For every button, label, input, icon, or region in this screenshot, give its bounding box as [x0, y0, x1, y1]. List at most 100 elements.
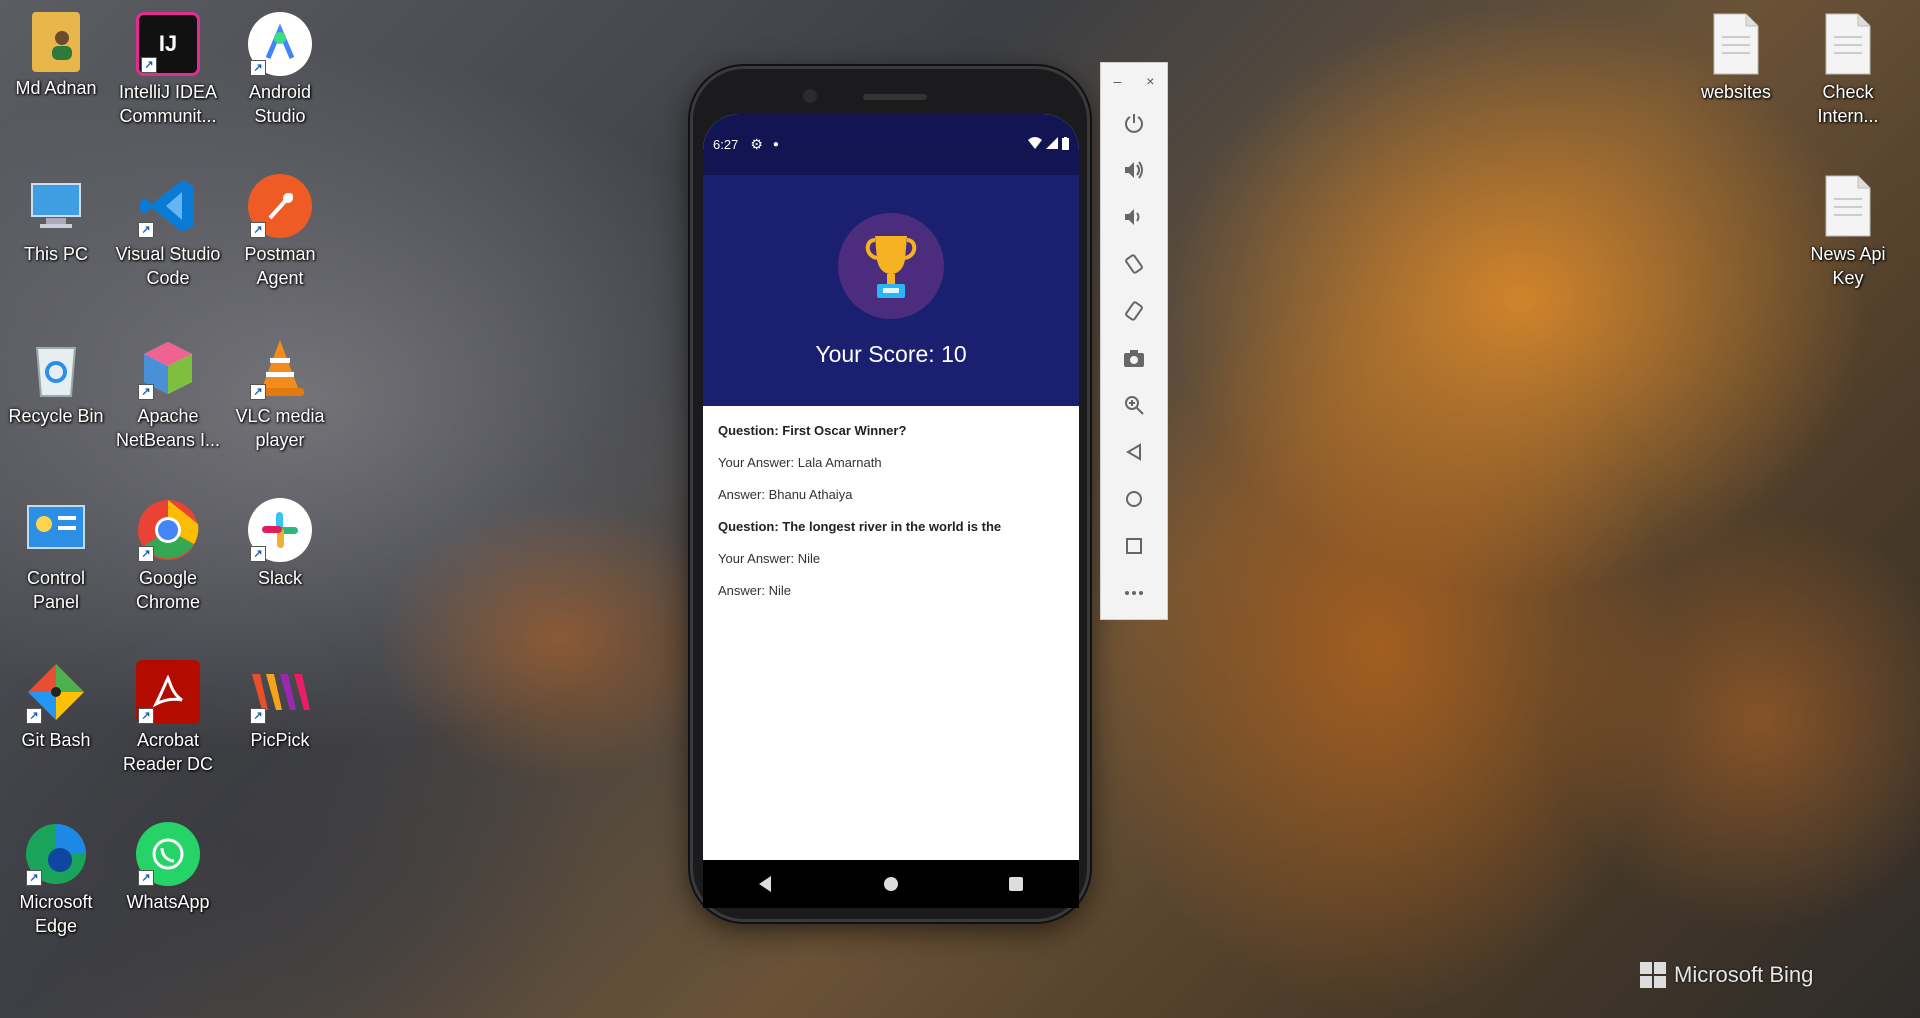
- volume-up-icon: [1125, 160, 1143, 179]
- android-nav-bar: [703, 860, 1079, 908]
- shortcut-arrow-icon: ↗: [250, 384, 266, 400]
- shortcut-arrow-icon: ↗: [250, 60, 266, 76]
- desktop-icon-label: IntelliJ IDEA Communit...: [118, 82, 218, 126]
- screenshot-button[interactable]: [1101, 334, 1167, 381]
- desktop-icon-netbeans[interactable]: ↗ Apache NetBeans I...: [114, 336, 222, 452]
- more-button[interactable]: [1101, 569, 1167, 616]
- desktop-icon-label: Postman Agent: [244, 244, 316, 288]
- battery-icon: [1062, 136, 1069, 153]
- desktop-icon-md-adnan[interactable]: Md Adnan: [2, 12, 110, 100]
- rotate-right-button[interactable]: [1101, 287, 1167, 334]
- desktop-icon-label: Microsoft Edge: [19, 892, 93, 936]
- status-time: 6:27: [713, 137, 739, 152]
- notification-dot-icon: ●: [772, 139, 779, 150]
- desktop-icon-git-bash[interactable]: ↗ Git Bash: [2, 660, 110, 752]
- home-circle-icon: [883, 877, 898, 891]
- desktop-icon-recycle-bin[interactable]: Recycle Bin: [2, 336, 110, 428]
- home-icon: [1126, 490, 1142, 507]
- desktop-icon-label: Visual Studio Code: [115, 244, 221, 288]
- signal-icon: [1046, 137, 1058, 152]
- volume-down-button[interactable]: [1101, 193, 1167, 240]
- desktop-icon-vlc[interactable]: ↗ VLC media player: [226, 336, 334, 452]
- volume-up-button[interactable]: [1101, 146, 1167, 193]
- desktop-icon-chrome[interactable]: ↗ Google Chrome: [114, 498, 222, 614]
- overview-icon: [1126, 537, 1142, 554]
- chrome-icon: ↗: [136, 498, 200, 562]
- home-button[interactable]: [1101, 475, 1167, 522]
- windows-logo-icon: [1640, 962, 1666, 988]
- desktop-icon-android-studio[interactable]: ↗ Android Studio: [226, 12, 334, 128]
- vscode-icon: ↗: [136, 174, 200, 238]
- desktop-icon-this-pc[interactable]: This PC: [2, 174, 110, 266]
- result-your-answer: Your Answer: Lala Amarnath: [718, 455, 882, 470]
- nav-back-button[interactable]: [746, 864, 786, 904]
- desktop-icon-label: Acrobat Reader DC: [122, 730, 214, 774]
- nav-overview-button[interactable]: [996, 864, 1036, 904]
- desktop-icon-edge[interactable]: ↗ Microsoft Edge: [2, 822, 110, 938]
- vlc-icon: ↗: [248, 336, 312, 400]
- score-header: Your Score: 10: [703, 175, 1079, 406]
- front-camera: [803, 89, 817, 103]
- nav-home-button[interactable]: [871, 864, 911, 904]
- git-bash-icon: ↗: [24, 660, 88, 724]
- bing-watermark-text: Microsoft Bing: [1674, 962, 1814, 987]
- shortcut-arrow-icon: ↗: [250, 546, 266, 562]
- desktop-icon-slack[interactable]: ↗ Slack: [226, 498, 334, 590]
- overview-button[interactable]: [1101, 522, 1167, 569]
- shortcut-arrow-icon: ↗: [138, 384, 154, 400]
- postman-icon: ↗: [248, 174, 312, 238]
- recycle-bin-icon: [24, 336, 88, 400]
- desktop-icon-label: PicPick: [250, 730, 310, 750]
- power-icon: [1125, 113, 1143, 133]
- text-file-icon: [1816, 174, 1880, 238]
- rotate-left-button[interactable]: [1101, 240, 1167, 287]
- desktop-icon-vscode[interactable]: ↗ Visual Studio Code: [114, 174, 222, 290]
- desktop-icon-acrobat[interactable]: ↗ Acrobat Reader DC: [114, 660, 222, 776]
- close-button[interactable]: ×: [1146, 73, 1154, 89]
- shortcut-arrow-icon: ↗: [138, 870, 154, 886]
- desktop-icon-label: News Api Key: [1810, 244, 1886, 288]
- desktop-icon-whatsapp[interactable]: ↗ WhatsApp: [114, 822, 222, 914]
- desktop-icon-control-panel[interactable]: Control Panel: [2, 498, 110, 614]
- desktop-icon-label: Google Chrome: [135, 568, 201, 612]
- back-triangle-icon: [758, 876, 771, 892]
- result-correct-answer: Answer: Nile: [718, 583, 791, 598]
- settings-gear-icon: ⚙: [750, 136, 763, 152]
- back-button[interactable]: [1101, 428, 1167, 475]
- volume-down-icon: [1125, 208, 1140, 225]
- phone-screen: 6:27 ⚙ ● Your Score: 10 Question: First …: [703, 114, 1079, 860]
- zoom-button[interactable]: [1101, 381, 1167, 428]
- wifi-icon: [1028, 137, 1042, 152]
- shortcut-arrow-icon: ↗: [250, 708, 266, 724]
- desktop-icon-news-api-key[interactable]: News Api Key: [1794, 174, 1902, 290]
- netbeans-icon: ↗: [136, 336, 200, 400]
- this-pc-icon: [24, 174, 88, 238]
- desktop-icon-label: Md Adnan: [15, 78, 97, 98]
- android-emulator-phone: 6:27 ⚙ ● Your Score: 10 Question: First …: [690, 66, 1090, 922]
- rotate-right-icon: [1125, 300, 1143, 321]
- shortcut-arrow-icon: ↗: [141, 57, 157, 73]
- intellij-icon: IJ ↗: [136, 12, 200, 76]
- desktop-icon-label: Android Studio: [248, 82, 312, 126]
- whatsapp-icon: ↗: [136, 822, 200, 886]
- emulator-window-controls: – ×: [1101, 63, 1167, 99]
- status-bar: 6:27 ⚙ ●: [703, 114, 1079, 175]
- desktop-icon-label: Apache NetBeans I...: [115, 406, 221, 450]
- desktop-icon-intellij[interactable]: IJ ↗ IntelliJ IDEA Communit...: [114, 12, 222, 128]
- desktop-icon-label: websites: [1700, 82, 1772, 102]
- desktop-icon-websites[interactable]: websites: [1682, 12, 1790, 104]
- power-button[interactable]: [1101, 99, 1167, 146]
- desktop-icon-picpick[interactable]: ↗ PicPick: [226, 660, 334, 752]
- desktop-icon-label: VLC media player: [235, 406, 325, 450]
- edge-icon: ↗: [24, 822, 88, 886]
- result-question: Question: First Oscar Winner?: [718, 423, 907, 438]
- result-correct-answer: Answer: Bhanu Athaiya: [718, 487, 853, 502]
- user-folder-icon: [32, 12, 80, 72]
- desktop-icon-label: Slack: [257, 568, 302, 588]
- shortcut-arrow-icon: ↗: [138, 222, 154, 238]
- back-icon: [1126, 442, 1141, 461]
- desktop-icon-label: Control Panel: [26, 568, 86, 612]
- desktop-icon-postman[interactable]: ↗ Postman Agent: [226, 174, 334, 290]
- minimize-button[interactable]: –: [1114, 73, 1122, 89]
- desktop-icon-check-internet[interactable]: Check Intern...: [1794, 12, 1902, 128]
